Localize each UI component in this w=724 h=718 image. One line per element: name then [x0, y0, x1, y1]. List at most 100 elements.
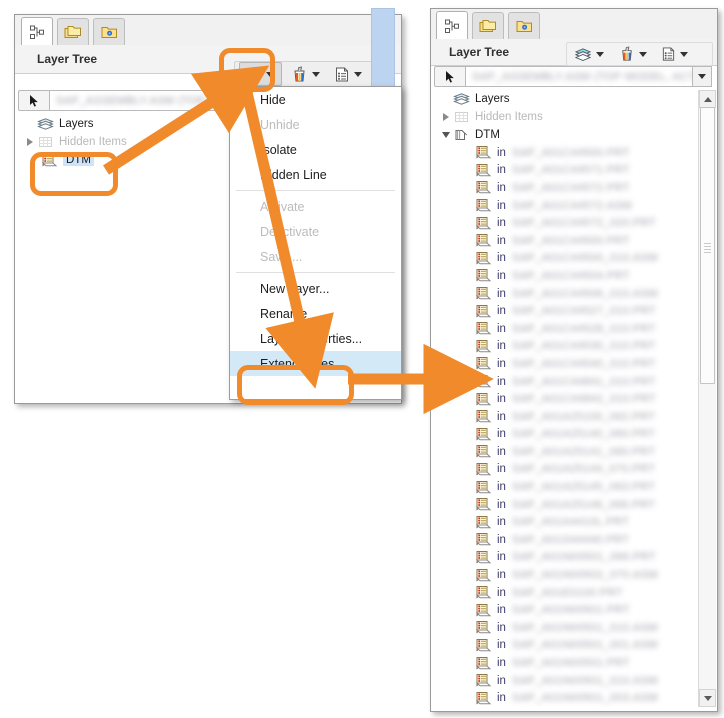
- list-item[interactable]: in SAP_A01A25146_066.PRT: [434, 496, 698, 514]
- menu-item-new-layer[interactable]: New Layer...: [230, 276, 401, 301]
- twisty-collapsed-icon[interactable]: [24, 137, 35, 148]
- list-item[interactable]: in SAP_A01C44572_020.PRT: [434, 214, 698, 232]
- chevron-down-icon[interactable]: [354, 71, 362, 77]
- list-item[interactable]: in SAP_A01C44841_010.PRT: [434, 373, 698, 391]
- list-item[interactable]: in SAP_A01C44500_010.ASM: [434, 250, 698, 268]
- list-item[interactable]: in SAP_A01C44572.ASM: [434, 197, 698, 215]
- list-item-prefix: in: [497, 428, 506, 441]
- paint-tools-icon: [291, 66, 308, 83]
- display-style-dropdown-button[interactable]: [616, 43, 654, 65]
- list-item-prefix: in: [497, 234, 506, 247]
- menu-item-deactivate[interactable]: Deactivate: [230, 219, 401, 244]
- right-tree-scrollbar[interactable]: [698, 90, 716, 707]
- select-cursor-button[interactable]: [434, 66, 466, 87]
- list-item[interactable]: in SAP_A01C44572.PRT: [434, 179, 698, 197]
- list-item[interactable]: in SAP_A01C44842_010.PRT: [434, 390, 698, 408]
- menu-item-unhide[interactable]: Unhide: [230, 112, 401, 137]
- sidebar-item-folders[interactable]: [472, 12, 504, 40]
- list-item[interactable]: in SAP_A01C44500.PRT: [434, 232, 698, 250]
- chevron-down-icon[interactable]: [266, 71, 274, 77]
- list-item[interactable]: in SAP_A01N00501_010.ASM: [434, 619, 698, 637]
- scroll-down-button[interactable]: [699, 689, 716, 707]
- menu-item-activate[interactable]: Activate: [230, 194, 401, 219]
- list-item-label: SAP_A01C44504.PRT: [511, 269, 630, 282]
- list-item[interactable]: in SAP_A01N00502_070.ASM: [434, 566, 698, 584]
- sidebar-item-favorites-folder[interactable]: [93, 18, 125, 46]
- list-item[interactable]: in SAP_A01C44500.PRT: [434, 144, 698, 162]
- select-cursor-icon: [29, 94, 40, 108]
- twisty-expanded-icon[interactable]: [440, 130, 451, 141]
- right-model-filter-input[interactable]: SAP_ASSEMBLY.ASM (TOP MODEL, ACTIVE): [466, 66, 693, 87]
- sidebar-item-favorites-folder[interactable]: [508, 12, 540, 40]
- list-item-label: SAP_A01C44528_010.PRT: [511, 322, 656, 335]
- list-item-prefix: in: [497, 533, 506, 546]
- menu-item-isolate[interactable]: Isolate: [230, 137, 401, 162]
- scroll-up-button[interactable]: [699, 90, 716, 108]
- chevron-down-icon[interactable]: [639, 51, 647, 57]
- list-item[interactable]: in SAP_A01C44571.PRT: [434, 162, 698, 180]
- list-item[interactable]: in SAP_A01A25141_060.PRT: [434, 443, 698, 461]
- tree-row-layers[interactable]: Layers: [434, 90, 698, 108]
- list-item[interactable]: in SAP_A01N00501_003.ASM: [434, 689, 698, 707]
- list-item[interactable]: in SAP_A01E0100.PRT: [434, 584, 698, 602]
- select-cursor-button[interactable]: [18, 90, 50, 111]
- sidebar-item-model-tree[interactable]: [21, 17, 53, 46]
- layers-context-menu[interactable]: Hide Unhide Isolate Hidden Line Activate…: [229, 86, 402, 400]
- chevron-down-icon[interactable]: [596, 51, 604, 57]
- right-layer-tree[interactable]: Layers Hidden Items DTM in SAP_A01C44500…: [434, 90, 698, 707]
- list-item-label: SAP_A01N00501_001.ASM: [511, 639, 658, 652]
- list-item[interactable]: in SAP_A01C44527_010.PRT: [434, 302, 698, 320]
- list-item[interactable]: in SAP_A01N00501_010.ASM: [434, 672, 698, 690]
- list-item-prefix: in: [497, 305, 506, 318]
- menu-item-rename[interactable]: Rename: [230, 301, 401, 326]
- tree-row-label: Hidden Items: [475, 111, 543, 123]
- menu-item-layer-properties[interactable]: Layer Properties...: [230, 326, 401, 351]
- sidebar-item-model-tree[interactable]: [436, 11, 468, 40]
- scrollbar-thumb[interactable]: [700, 107, 715, 384]
- layer-sheet-icon: [40, 153, 58, 168]
- layers-stack-icon: [37, 117, 54, 131]
- list-item[interactable]: in SAP_A01C44506_010.ASM: [434, 285, 698, 303]
- layer-item-list[interactable]: in SAP_A01C44500.PRT in SAP_A01C44571.PRT in…: [434, 144, 698, 707]
- menu-separator: [236, 272, 395, 273]
- list-item-prefix: in: [497, 463, 506, 476]
- list-item[interactable]: in SAP_A01A25100_062.PRT: [434, 408, 698, 426]
- list-item[interactable]: in SAP_A01A25144_070.PRT: [434, 461, 698, 479]
- list-item[interactable]: in SAP_A01C44530_010.PRT: [434, 338, 698, 356]
- layer-sheet-icon: [474, 163, 492, 178]
- list-item[interactable]: in SAP_A01C44540_010.PRT: [434, 355, 698, 373]
- combo-dropdown-button[interactable]: [693, 66, 712, 87]
- list-item[interactable]: in SAP_A01N00501.PRT: [434, 601, 698, 619]
- layer-sheet-icon: [474, 480, 492, 495]
- list-item[interactable]: in SAP_A01A25145_063.PRT: [434, 478, 698, 496]
- rules-dropdown-button[interactable]: [331, 63, 369, 85]
- menu-item-hide[interactable]: Hide: [230, 87, 401, 112]
- sidebar-item-folders[interactable]: [57, 18, 89, 46]
- twisty-collapsed-icon[interactable]: [440, 112, 451, 123]
- list-item[interactable]: in SAP_A01C44504.PRT: [434, 267, 698, 285]
- list-item[interactable]: in SAP_A01A25140_060.PRT: [434, 426, 698, 444]
- list-item[interactable]: in SAP_A01A4410L.PRT: [434, 513, 698, 531]
- list-item[interactable]: in SAP_A01C44528_010.PRT: [434, 320, 698, 338]
- layers-dropdown-button[interactable]: [571, 43, 611, 65]
- tree-row-hidden-items[interactable]: Hidden Items: [434, 108, 698, 126]
- layers-dropdown-button[interactable]: [239, 62, 282, 86]
- list-item[interactable]: in SAP_A01S44440.PRT: [434, 531, 698, 549]
- display-style-dropdown-button[interactable]: [288, 63, 327, 85]
- menu-item-hidden-line[interactable]: Hidden Line: [230, 162, 401, 187]
- list-item[interactable]: in SAP_A01N00501.PRT: [434, 654, 698, 672]
- layer-sheet-icon: [474, 198, 492, 213]
- menu-item-label: Layer Properties...: [260, 331, 363, 346]
- rules-dropdown-button[interactable]: [658, 43, 695, 65]
- folders-icon: [479, 18, 498, 35]
- list-item[interactable]: in SAP_A01N00501_066.PRT: [434, 549, 698, 567]
- list-item[interactable]: in SAP_A01N00501_001.ASM: [434, 637, 698, 655]
- menu-item-extend-rules[interactable]: Extend Rules: [230, 351, 401, 376]
- tree-row-dtm[interactable]: DTM: [434, 126, 698, 144]
- chevron-down-icon[interactable]: [312, 71, 320, 77]
- list-item-prefix: in: [497, 164, 506, 177]
- menu-item-save[interactable]: Save ...: [230, 244, 401, 269]
- chevron-down-icon[interactable]: [680, 51, 688, 57]
- right-tab-strip: [431, 9, 717, 40]
- layer-sheet-icon: [474, 286, 492, 301]
